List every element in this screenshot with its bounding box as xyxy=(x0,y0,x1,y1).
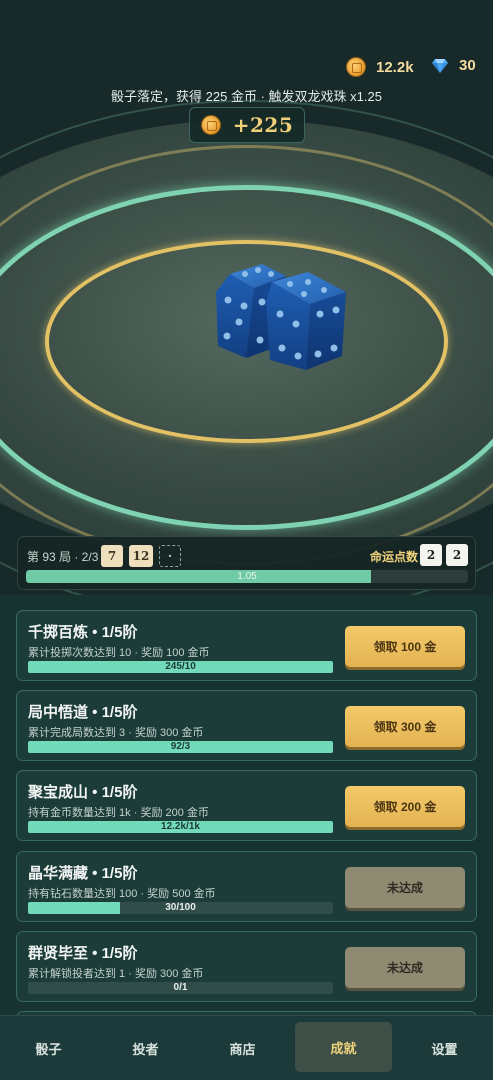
achievement-description: 累计解锁投者达到 1 · 奖励 300 金币 xyxy=(28,968,204,980)
coin-amount: 12.2k xyxy=(376,58,414,76)
die-right xyxy=(266,272,346,370)
achievement-title: 千掷百炼 • 1/5阶 xyxy=(28,624,138,641)
achievement-card: 局中悟道 • 1/5阶 累计完成局数达到 3 · 奖励 300 金币 92/3 … xyxy=(16,690,477,761)
fate-point-1: 2 xyxy=(420,544,442,566)
diamond-icon xyxy=(432,58,448,73)
multiplier-progress-bar: 1.05 xyxy=(26,570,468,583)
roll-chip-2: 12 xyxy=(129,545,153,567)
coin-icon xyxy=(346,57,366,77)
achievement-card: 千掷百炼 • 1/5阶 累计投掷次数达到 10 · 奖励 100 金币 245/… xyxy=(16,610,477,681)
achievement-progress-text: 0/1 xyxy=(173,982,188,993)
round-label: 第 93 局 · 2/3 xyxy=(27,550,99,564)
achievement-title: 晶华满藏 • 1/5阶 xyxy=(28,865,138,882)
dice-pair[interactable] xyxy=(210,262,352,374)
gem-counter: 30 xyxy=(431,57,476,74)
tab-shop[interactable]: 商店 xyxy=(194,1016,291,1080)
multiplier-value: 1.05 xyxy=(237,571,257,582)
roll-result-message: 骰子落定，获得 225 金币 · 触发双龙戏珠 x1.25 xyxy=(111,89,382,104)
achievement-title: 群贤毕至 • 1/5阶 xyxy=(28,945,138,962)
achievement-progress-bar: 30/100 xyxy=(28,902,333,914)
achievement-progress-bar: 0/1 xyxy=(28,982,333,994)
achievement-card: 群贤毕至 • 1/5阶 累计解锁投者达到 1 · 奖励 300 金币 0/1 未… xyxy=(16,931,477,1002)
tab-throwers[interactable]: 投者 xyxy=(97,1016,194,1080)
bottom-nav: 骰子 投者 商店 成就 设置 xyxy=(0,1015,493,1080)
achievement-progress-text: 30/100 xyxy=(165,902,196,913)
achievement-card: 聚宝成山 • 1/5阶 持有金币数量达到 1k · 奖励 200 金币 12.2… xyxy=(16,770,477,841)
achievement-description: 累计投掷次数达到 10 · 奖励 100 金币 xyxy=(28,647,210,659)
gem-amount: 30 xyxy=(459,57,476,74)
tab-achievements[interactable]: 成就 xyxy=(295,1022,392,1072)
locked-reward-button[interactable]: 未达成 xyxy=(345,867,465,908)
claim-reward-button[interactable]: 领取 300 金 xyxy=(345,706,465,747)
coin-counter: 12.2k xyxy=(346,57,414,77)
achievement-description: 累计完成局数达到 3 · 奖励 300 金币 xyxy=(28,727,204,739)
coin-gain-badge: +225 xyxy=(189,107,305,143)
fate-point-2: 2 xyxy=(446,544,468,566)
round-status-panel: 第 93 局 · 2/3 7 12 · 命运点数 2 2 1.05 xyxy=(17,536,476,590)
achievement-list[interactable]: 千掷百炼 • 1/5阶 累计投掷次数达到 10 · 奖励 100 金币 245/… xyxy=(0,595,493,1015)
achievement-progress-text: 92/3 xyxy=(170,741,191,752)
tab-settings[interactable]: 设置 xyxy=(396,1016,493,1080)
tab-dice[interactable]: 骰子 xyxy=(0,1016,97,1080)
achievement-progress-text: 245/10 xyxy=(165,661,196,672)
achievement-description: 持有钻石数量达到 100 · 奖励 500 金币 xyxy=(28,888,216,900)
claim-reward-button[interactable]: 领取 100 金 xyxy=(345,626,465,667)
achievement-card: 晶华满藏 • 1/5阶 持有钻石数量达到 100 · 奖励 500 金币 30/… xyxy=(16,851,477,922)
dice-stage: 12.2k 30 骰子落定，获得 225 金币 · 触发双龙戏珠 x1.25 +… xyxy=(0,0,493,595)
fate-points-label: 命运点数 xyxy=(370,550,419,564)
coin-icon xyxy=(200,115,221,135)
achievement-title: 聚宝成山 • 1/5阶 xyxy=(28,784,138,801)
achievement-title: 局中悟道 • 1/5阶 xyxy=(28,704,138,721)
roll-chip-1: 7 xyxy=(101,545,123,567)
achievement-progress-bar: 12.2k/1k xyxy=(28,821,333,833)
achievement-description: 持有金币数量达到 1k · 奖励 200 金币 xyxy=(28,807,209,819)
achievement-progress-bar: 92/3 xyxy=(28,741,333,753)
claim-reward-button[interactable]: 领取 200 金 xyxy=(345,786,465,827)
locked-reward-button[interactable]: 未达成 xyxy=(345,947,465,988)
coin-gain-amount: +225 xyxy=(232,113,294,137)
achievement-progress-text: 12.2k/1k xyxy=(161,821,200,832)
roll-chip-empty: · xyxy=(159,545,181,567)
achievement-progress-bar: 245/10 xyxy=(28,661,333,673)
